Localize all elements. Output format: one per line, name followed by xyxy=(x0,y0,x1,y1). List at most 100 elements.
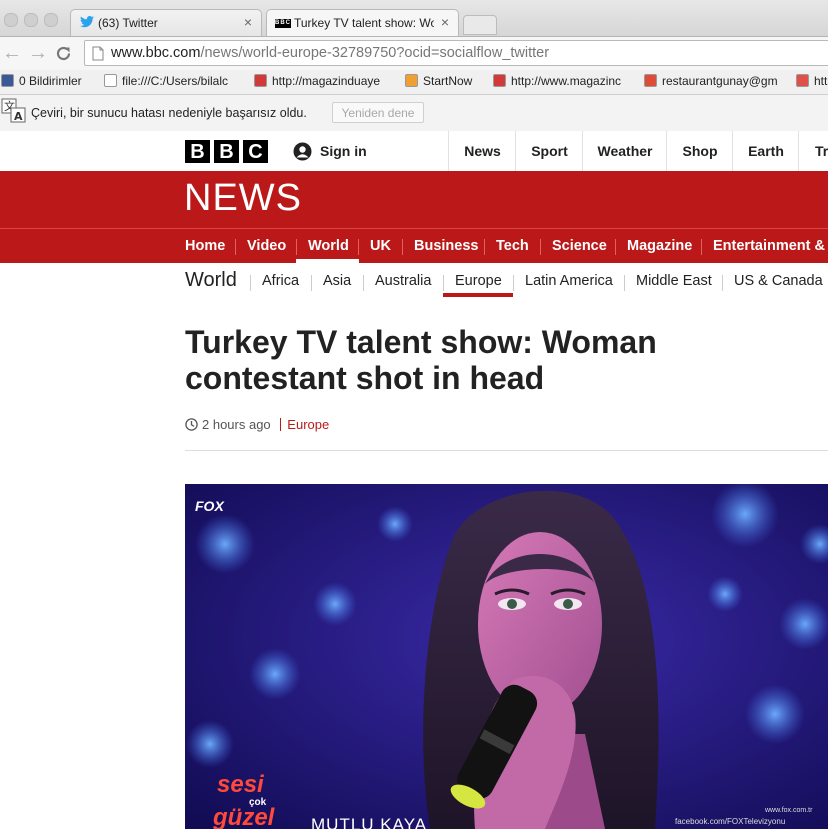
bbc-logo-block: B xyxy=(214,140,239,163)
nav-separator xyxy=(250,275,251,291)
nav-separator xyxy=(624,275,625,291)
fox-facebook: facebook.com/FOXTelevizyonu xyxy=(675,817,786,826)
show-logo-text: sesi xyxy=(217,771,264,798)
tab-bbc-article[interactable]: BBC Turkey TV talent show: Wom × xyxy=(266,9,459,36)
bookmark-label: StartNow xyxy=(423,74,473,88)
region-latin-america[interactable]: Latin America xyxy=(525,273,613,289)
facebook-icon xyxy=(1,74,14,87)
tab-close-icon[interactable]: × xyxy=(441,14,449,30)
topnav-sport[interactable]: Sport xyxy=(515,131,583,171)
section-world[interactable]: World xyxy=(308,238,349,254)
topnav-news[interactable]: News xyxy=(448,131,516,171)
reload-icon[interactable] xyxy=(55,45,72,62)
user-icon xyxy=(293,142,312,161)
section-tech[interactable]: Tech xyxy=(496,238,529,254)
browser-tab-strip: (63) Twitter × BBC Turkey TV talent show… xyxy=(0,0,828,37)
retry-button[interactable]: Yeniden dene xyxy=(332,102,424,123)
bookmark-item[interactable]: file:///C:/Users/bilalc xyxy=(104,74,244,88)
region-us-canada[interactable]: US & Canada xyxy=(734,273,823,289)
region-australia[interactable]: Australia xyxy=(375,273,431,289)
bookmarks-bar: 0 Bildirimler file:///C:/Users/bilalc http… xyxy=(0,70,828,95)
section-video[interactable]: Video xyxy=(247,238,286,254)
show-logo-text: güzel xyxy=(213,804,275,829)
region-asia[interactable]: Asia xyxy=(323,273,351,289)
window-close-button[interactable] xyxy=(4,13,18,27)
site-favicon xyxy=(796,74,809,87)
url-path: /news/world-europe-32789750?ocid=socialf… xyxy=(200,45,550,61)
nav-separator xyxy=(540,239,541,255)
bookmark-item[interactable]: http://magazinduaye xyxy=(254,74,390,88)
news-banner: NEWS xyxy=(0,171,828,228)
bookmark-label: http://www.magazinc xyxy=(511,74,622,88)
nav-separator xyxy=(722,275,723,291)
bookmark-label: htt xyxy=(814,74,828,88)
url-text: www.bbc.com/news/world-europe-32789750?o… xyxy=(111,45,549,61)
fox-website: www.fox.com.tr xyxy=(765,807,813,814)
article-meta: 2 hours ago Europe xyxy=(185,417,329,432)
site-favicon xyxy=(493,74,506,87)
world-title[interactable]: World xyxy=(185,269,237,292)
forward-arrow-icon[interactable]: → xyxy=(28,42,48,65)
meta-divider xyxy=(280,418,282,431)
topnav-travel[interactable]: Tr xyxy=(798,131,828,171)
nav-separator xyxy=(443,275,444,291)
address-bar[interactable]: www.bbc.com/news/world-europe-32789750?o… xyxy=(84,40,828,66)
page-icon xyxy=(92,46,104,61)
bbc-logo-block: B xyxy=(185,140,210,163)
nav-separator xyxy=(235,239,236,255)
article-headline: Turkey TV talent show: Woman contestant … xyxy=(185,324,657,396)
window-zoom-button[interactable] xyxy=(44,13,58,27)
startnow-icon xyxy=(405,74,418,87)
sign-in-label: Sign in xyxy=(320,143,367,159)
url-host: www.bbc.com xyxy=(111,45,201,61)
bookmark-label: 0 Bildirimler xyxy=(19,74,82,88)
region-africa[interactable]: Africa xyxy=(262,273,299,289)
back-arrow-icon[interactable]: ← xyxy=(2,42,22,65)
bookmark-label: restaurantgunay@gm xyxy=(662,74,778,88)
google-plus-icon xyxy=(644,74,657,87)
translate-icon: 文 A xyxy=(1,98,26,123)
tab-twitter[interactable]: (63) Twitter × xyxy=(70,9,262,36)
section-entertainment-arts[interactable]: Entertainment & Ar xyxy=(713,238,828,254)
tab-title: (63) Twitter xyxy=(98,16,158,30)
topnav-weather[interactable]: Weather xyxy=(582,131,667,171)
new-tab-button[interactable] xyxy=(463,15,497,35)
article-category-link[interactable]: Europe xyxy=(287,417,329,432)
svg-text:A: A xyxy=(14,110,23,123)
bookmark-item[interactable]: StartNow xyxy=(405,74,485,88)
region-europe[interactable]: Europe xyxy=(455,273,502,289)
twitter-bird-icon xyxy=(80,16,94,28)
topnav-shop[interactable]: Shop xyxy=(666,131,733,171)
show-logo: sesi çok güzel xyxy=(187,766,297,829)
window-minimize-button[interactable] xyxy=(24,13,38,27)
section-business[interactable]: Business xyxy=(414,238,478,254)
topnav-earth[interactable]: Earth xyxy=(732,131,799,171)
nav-separator xyxy=(701,239,702,255)
bookmark-item[interactable]: restaurantgunay@gm xyxy=(644,74,784,88)
region-middle-east[interactable]: Middle East xyxy=(636,273,712,289)
nav-separator xyxy=(363,275,364,291)
bbc-logo-block: C xyxy=(243,140,268,163)
nav-separator xyxy=(358,239,359,255)
article-timestamp: 2 hours ago xyxy=(202,417,271,432)
bookmark-label: file:///C:/Users/bilalc xyxy=(122,74,229,88)
bookmark-item[interactable]: 0 Bildirimler xyxy=(1,74,87,88)
news-logo[interactable]: NEWS xyxy=(184,177,302,220)
section-home[interactable]: Home xyxy=(185,238,225,254)
tab-close-icon[interactable]: × xyxy=(244,14,252,30)
clock-icon xyxy=(185,418,198,431)
section-magazine[interactable]: Magazine xyxy=(627,238,692,254)
bookmark-item[interactable]: http://www.magazinc xyxy=(493,74,633,88)
fox-channel-logo: FOX xyxy=(195,498,224,514)
section-science[interactable]: Science xyxy=(552,238,607,254)
bookmark-item[interactable]: htt xyxy=(796,74,828,88)
translate-infobar: 文 A Çeviri, bir sunucu hatası nedeniyle … xyxy=(0,95,828,132)
browser-toolbar: ← → www.bbc.com/news/world-europe-327897… xyxy=(0,37,828,70)
nav-separator xyxy=(484,239,485,255)
article-image[interactable]: FOX sesi çok güzel MUTLU KAYA www.fox.co… xyxy=(185,484,828,829)
nav-separator xyxy=(296,239,297,255)
nav-separator xyxy=(311,275,312,291)
bookmark-label: http://magazinduaye xyxy=(272,74,381,88)
section-uk[interactable]: UK xyxy=(370,238,391,254)
nav-separator xyxy=(513,275,514,291)
